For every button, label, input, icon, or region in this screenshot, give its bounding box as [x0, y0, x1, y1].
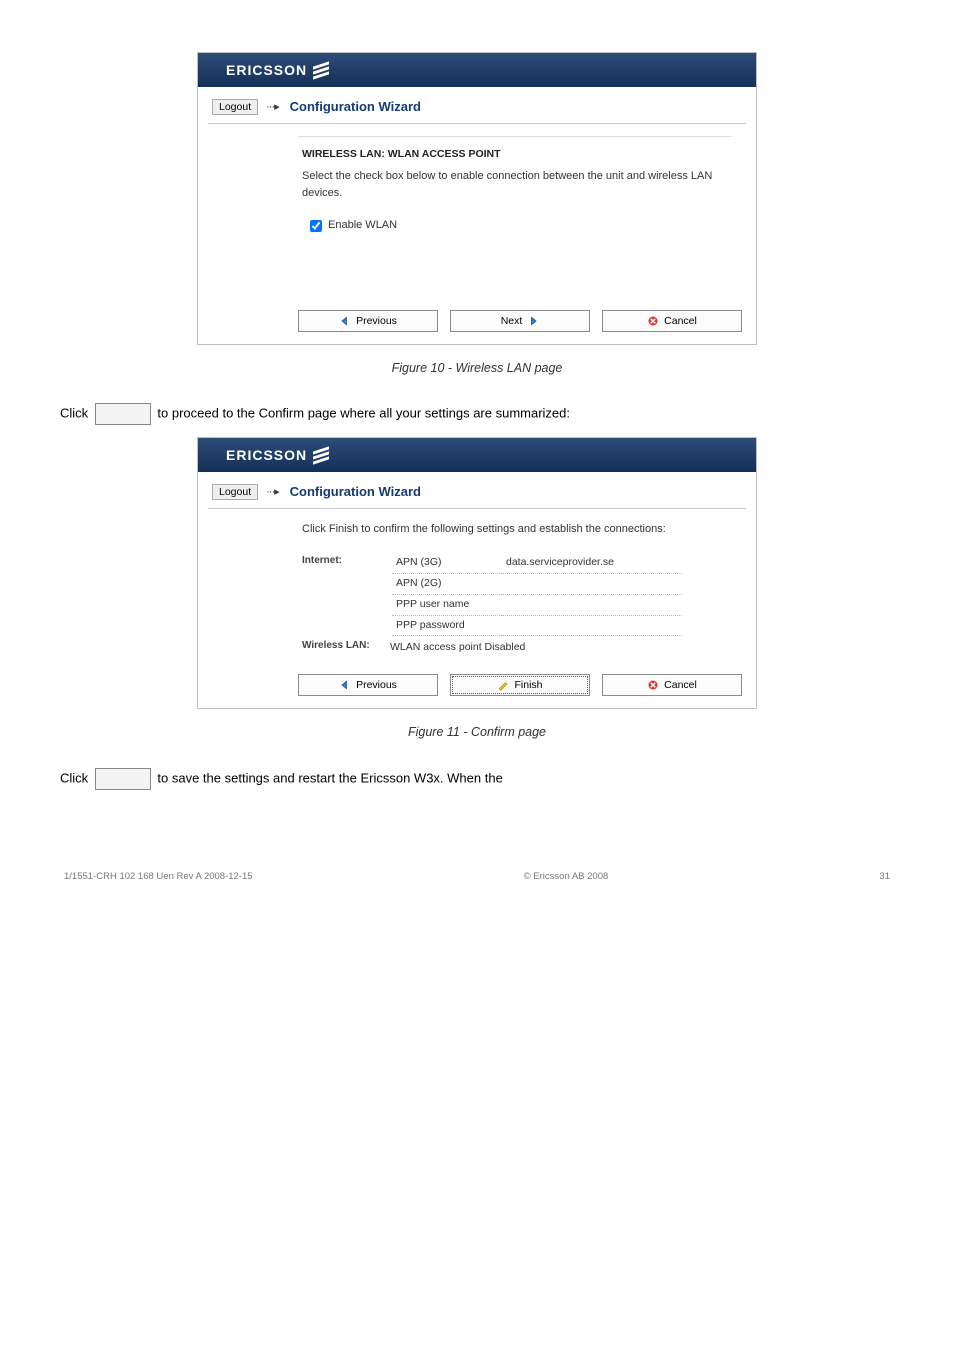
internet-summary: Internet: APN (3G)data.serviceprovider.s…	[302, 553, 732, 658]
next-button-placeholder	[95, 403, 151, 425]
body-paragraph: Click to save the settings and restart t…	[60, 768, 894, 790]
wlan-summary: Wireless LAN: WLAN access point Disabled	[302, 638, 732, 658]
page-number: 31	[879, 870, 890, 884]
cancel-button[interactable]: Cancel	[602, 674, 742, 696]
cancel-icon	[647, 315, 659, 327]
app-header: ERICSSON	[198, 53, 756, 87]
arrow-right-icon	[527, 315, 539, 327]
app-header: ERICSSON	[198, 438, 756, 472]
logout-button[interactable]: Logout	[212, 99, 258, 115]
wlan-value: WLAN access point Disabled	[386, 638, 529, 658]
previous-button[interactable]: Previous	[298, 310, 438, 332]
section-heading: WIRELESS LAN: WLAN ACCESS POINT	[302, 147, 732, 163]
topbar: Logout ···▸ Configuration Wizard	[208, 93, 746, 124]
summary-row: APN (3G)data.serviceprovider.se	[392, 553, 682, 574]
config-wizard-window-wlan: ERICSSON Logout ···▸ Configuration Wizar…	[197, 52, 757, 345]
page-title: Configuration Wizard	[290, 482, 421, 502]
summary-row: APN (2G)	[392, 574, 682, 595]
summary-row: PPP password	[392, 616, 682, 637]
confirm-description: Click Finish to confirm the following se…	[302, 521, 732, 538]
figure-caption: Figure 10 - Wireless LAN page	[60, 359, 894, 378]
internet-label: Internet:	[302, 553, 382, 568]
footer-left: 1/1551-CRH 102 168 Uen Rev A 2008-12-15	[64, 870, 253, 884]
config-wizard-window-confirm: ERICSSON Logout ···▸ Configuration Wizar…	[197, 437, 757, 709]
finish-button-placeholder	[95, 768, 151, 790]
page-title: Configuration Wizard	[290, 97, 421, 117]
wizard-step-icon: ···▸	[266, 99, 279, 116]
next-button[interactable]: Next	[450, 310, 590, 332]
cancel-icon	[647, 679, 659, 691]
enable-wlan-label: Enable WLAN	[328, 217, 397, 234]
section-description: Select the check box below to enable con…	[302, 168, 732, 201]
brand-text: ERICSSON	[226, 60, 307, 81]
body-paragraph: Click to proceed to the Confirm page whe…	[60, 403, 894, 425]
wizard-nav: Previous Next Cancel	[208, 304, 746, 334]
ericsson-logo-icon	[313, 448, 329, 462]
previous-button[interactable]: Previous	[298, 674, 438, 696]
summary-row: PPP user name	[392, 595, 682, 616]
enable-wlan-field[interactable]: Enable WLAN	[310, 217, 732, 234]
finish-button[interactable]: Finish	[450, 674, 590, 696]
content-area: WIRELESS LAN: WLAN ACCESS POINT Select t…	[298, 124, 746, 304]
brand-text: ERICSSON	[226, 445, 307, 466]
topbar: Logout ···▸ Configuration Wizard	[208, 478, 746, 509]
figure-caption: Figure 11 - Confirm page	[60, 723, 894, 742]
wizard-step-icon: ···▸	[266, 484, 279, 501]
footer-right: © Ericsson AB 2008	[524, 870, 609, 884]
enable-wlan-checkbox[interactable]	[310, 220, 322, 232]
page-footer: 1/1551-CRH 102 168 Uen Rev A 2008-12-15 …	[60, 870, 894, 884]
document-body: ERICSSON Logout ···▸ Configuration Wizar…	[60, 52, 894, 884]
content-area: Click Finish to confirm the following se…	[298, 509, 746, 668]
wizard-nav: Previous Finish Cancel	[208, 668, 746, 698]
wand-icon	[497, 679, 509, 691]
cancel-button[interactable]: Cancel	[602, 310, 742, 332]
arrow-left-icon	[339, 679, 351, 691]
arrow-left-icon	[339, 315, 351, 327]
logout-button[interactable]: Logout	[212, 484, 258, 500]
wlan-label: Wireless LAN:	[302, 638, 382, 653]
ericsson-logo-icon	[313, 63, 329, 77]
